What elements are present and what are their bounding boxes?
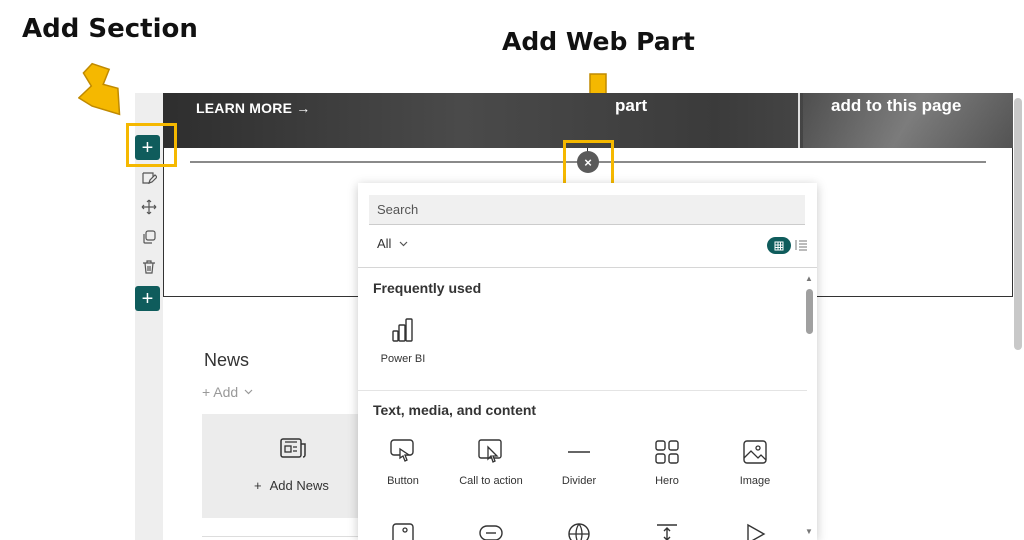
power-bi-icon [392,318,413,342]
sharepoint-page-editor: Add Section Add Web Part LEARN MORE → pa… [0,0,1024,540]
web-part-embed[interactable] [536,519,622,540]
chevron-down-icon [244,389,253,395]
web-part-call-to-action[interactable]: Call to action [448,437,534,487]
news-add-label: + Add [202,384,239,400]
hero-icon [655,440,679,464]
delete-icon[interactable] [138,256,160,278]
hero-tile-divider [798,93,800,148]
add-news-label: Add News [269,478,329,493]
add-web-part-annotation: Add Web Part [502,27,695,56]
web-part-label: Image [739,475,771,487]
chevron-down-icon [400,241,408,246]
add-section-highlight [126,123,177,167]
spacer-icon [657,524,677,540]
web-part-spacer[interactable] [624,519,710,540]
hero-tile-text: part [615,96,648,115]
list-icon [795,240,807,251]
add-news-card[interactable]: + Add News [202,414,362,518]
link-icon [479,525,503,540]
web-part-stream[interactable] [712,519,798,540]
play-icon [747,523,766,540]
add-section-annotation: Add Section [22,14,198,44]
news-icon [280,438,306,458]
web-part-label: Button [387,475,419,487]
search-input[interactable] [369,195,805,225]
web-part-label: Power BI [380,353,426,365]
filter-label: All [377,236,392,251]
duplicate-icon[interactable] [138,226,160,248]
image-icon [743,440,767,464]
list-view-toggle[interactable] [795,238,807,256]
web-part-image[interactable]: Image [712,437,798,487]
news-title: News [204,350,250,370]
web-part-image-gallery[interactable] [360,519,446,540]
web-part-label: Hero [655,475,679,487]
add-section-below-button[interactable]: + [135,286,160,311]
web-part-link[interactable] [448,519,534,540]
move-icon[interactable] [138,196,160,218]
learn-more-link[interactable]: LEARN MORE → [196,100,310,116]
call-to-action-icon [478,439,502,463]
globe-icon [568,523,590,540]
grid-view-toggle[interactable] [767,237,791,254]
arrow-down-left-icon [78,62,121,116]
edit-icon[interactable] [138,167,160,189]
web-part-power-bi[interactable]: Power BI [360,315,446,365]
web-part-button[interactable]: Button [360,437,446,487]
category-title: Text, media, and content [373,402,537,418]
category-title: Frequently used [373,280,482,296]
news-add-button[interactable]: + Add [202,384,253,400]
filter-dropdown[interactable]: All [377,236,408,251]
plus-icon: + [254,478,262,493]
divider-icon [568,451,590,453]
image-gallery-icon [392,523,414,540]
web-part-label: Call to action [459,475,523,487]
hero-tile-text: add to this page [831,96,962,115]
web-part-divider[interactable]: Divider [536,437,622,487]
web-part-picker: All Frequently used Power BI Text, media… [358,183,817,540]
web-part-label: Divider [561,475,597,487]
grid-icon [774,241,784,250]
picker-scrollbar[interactable] [806,289,813,334]
button-icon [390,439,414,462]
scroll-up-icon[interactable]: ▲ [805,274,813,283]
add-web-part-highlight [563,140,614,186]
scroll-down-icon[interactable]: ▼ [805,527,813,536]
page-scrollbar[interactable] [1014,98,1022,350]
web-part-hero[interactable]: Hero [624,437,710,487]
